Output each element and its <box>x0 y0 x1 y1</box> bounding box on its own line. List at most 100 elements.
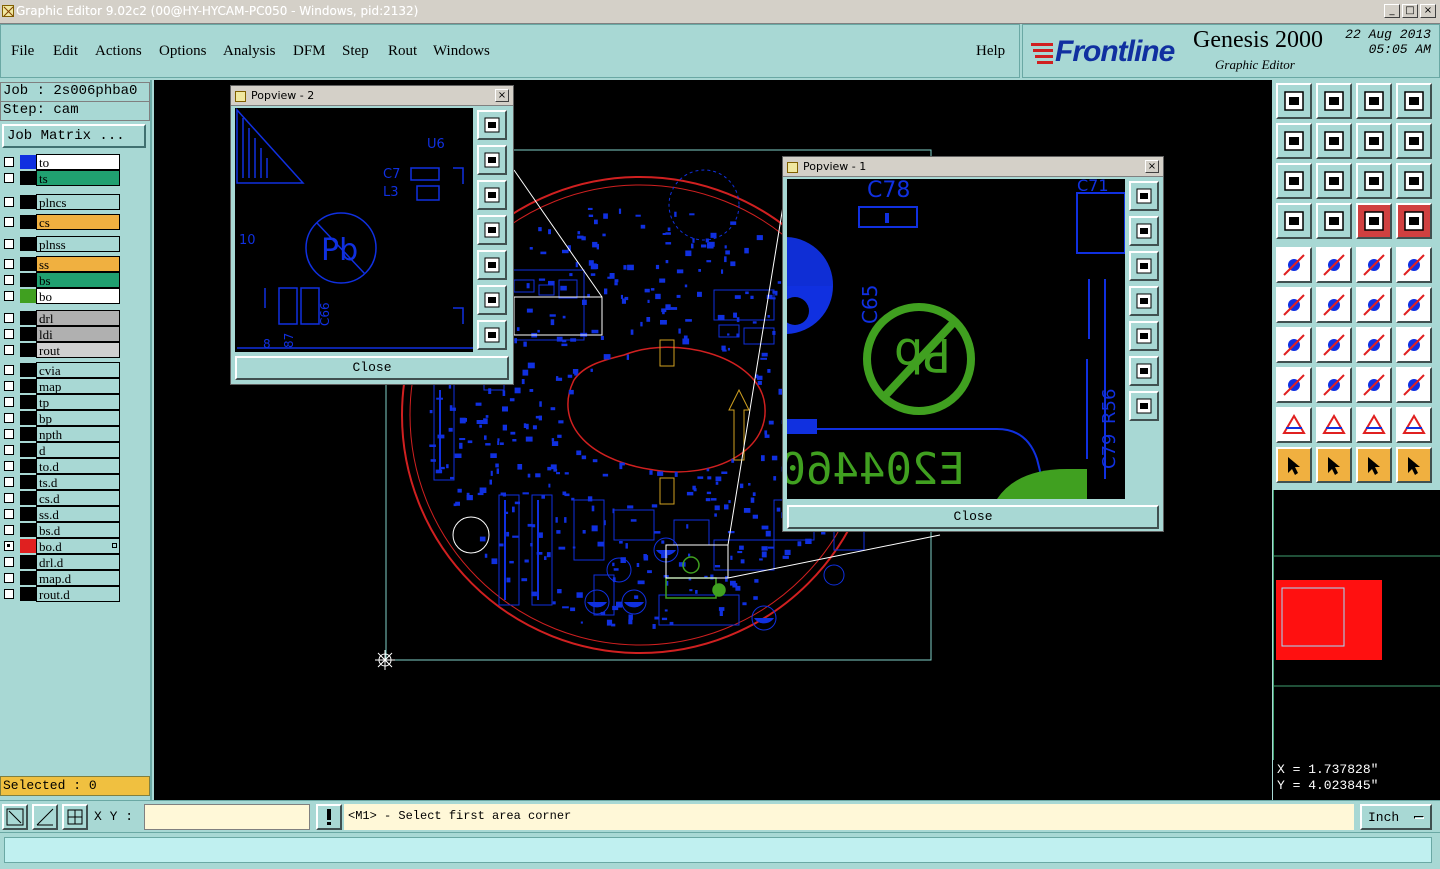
group-tool[interactable] <box>1396 367 1432 403</box>
layer-row-ss-d[interactable]: ss.d <box>0 506 124 522</box>
popview-tool-6[interactable] <box>477 285 507 315</box>
red-board-tool[interactable] <box>1356 203 1392 239</box>
route-tool[interactable] <box>1396 447 1432 483</box>
layer-name[interactable]: cs <box>36 214 120 230</box>
layer-name[interactable]: npth <box>36 426 120 442</box>
alert-button[interactable] <box>316 804 342 830</box>
popview-1-view[interactable]: Pb E204460 C78 C71 C65 R56 C79 <box>787 179 1125 499</box>
popview-tool-7[interactable] <box>1129 391 1159 421</box>
popview-tool-1[interactable] <box>1129 181 1159 211</box>
center-tool[interactable] <box>1316 163 1352 199</box>
layer-row-bo[interactable]: bo <box>0 288 124 304</box>
popview-tool-2[interactable] <box>477 145 507 175</box>
layer-row-plnss[interactable]: plnss <box>0 236 124 252</box>
scale-tool[interactable] <box>1356 163 1392 199</box>
layer-checkbox[interactable] <box>4 525 14 535</box>
menu-windows[interactable]: Windows <box>433 43 490 60</box>
popview-tool-5[interactable] <box>1129 321 1159 351</box>
layer-name[interactable]: rout <box>36 342 120 358</box>
layer-checkbox[interactable] <box>4 259 14 269</box>
xy-input[interactable] <box>144 804 310 830</box>
layer-checkbox[interactable] <box>4 381 14 391</box>
layer-checkbox[interactable] <box>4 557 14 567</box>
connect-tool[interactable] <box>1276 287 1312 323</box>
layer-name[interactable]: tp <box>36 394 120 410</box>
layer-checkbox[interactable] <box>4 291 14 301</box>
layer-name[interactable]: to.d <box>36 458 120 474</box>
fit-tool[interactable] <box>1276 163 1312 199</box>
popview-1-close-button[interactable]: Close <box>787 505 1159 529</box>
layer-name[interactable]: bo.d <box>36 538 120 554</box>
popview-tool-4[interactable] <box>477 215 507 245</box>
menu-analysis[interactable]: Analysis <box>223 43 276 60</box>
layer-row-cvia[interactable]: cvia <box>0 362 124 378</box>
popview-2-close-button[interactable]: Close <box>235 356 509 380</box>
layer-name[interactable]: drl <box>36 310 120 326</box>
layer-name[interactable]: ss.d <box>36 506 120 522</box>
layer-checkbox[interactable] <box>4 397 14 407</box>
snap2-tool[interactable] <box>1396 287 1432 323</box>
layer-row-ts-d[interactable]: ts.d <box>0 474 124 490</box>
layer-row-bs-d[interactable]: bs.d <box>0 522 124 538</box>
layer-row-ldi[interactable]: ldi <box>0 326 124 342</box>
graphic-canvas[interactable]: Popview - 2 × Pb U6 C7 L3 10 C66 87 8 Cl… <box>154 80 1272 800</box>
layer-name[interactable]: map.d <box>36 570 120 586</box>
pad-tool[interactable] <box>1276 247 1312 283</box>
layer-checkbox[interactable] <box>4 275 14 285</box>
layer-name[interactable]: bo <box>36 288 120 304</box>
layer-row-drl-d[interactable]: drl.d <box>0 554 124 570</box>
popview-tool-7[interactable] <box>477 320 507 350</box>
top-view-tool[interactable] <box>1276 83 1312 119</box>
menu-options[interactable]: Options <box>159 43 207 60</box>
layer-checkbox[interactable] <box>4 313 14 323</box>
layer-name[interactable]: plnss <box>36 236 120 252</box>
popview-tool-6[interactable] <box>1129 356 1159 386</box>
menu-dfm[interactable]: DFM <box>293 43 326 60</box>
layer-checkbox[interactable] <box>4 589 14 599</box>
angle-tool[interactable] <box>1276 327 1312 363</box>
layer-name[interactable]: plncs <box>36 194 120 210</box>
layer-name[interactable]: to <box>36 154 120 170</box>
menu-edit[interactable]: Edit <box>53 43 78 60</box>
layer-name[interactable]: ts.d <box>36 474 120 490</box>
overview-map[interactable] <box>1273 490 1440 760</box>
line-draw-tool[interactable] <box>1316 247 1352 283</box>
layer-checkbox[interactable] <box>4 157 14 167</box>
layer-row-to[interactable]: to <box>0 154 124 170</box>
layer-row-bs[interactable]: bs <box>0 272 124 288</box>
layer-row-d[interactable]: d <box>0 442 124 458</box>
layer-checkbox[interactable] <box>4 217 14 227</box>
layer-row-cs-d[interactable]: cs.d <box>0 490 124 506</box>
popview-tool-5[interactable] <box>477 250 507 280</box>
layer-name[interactable]: bs.d <box>36 522 120 538</box>
job-matrix-button[interactable]: Job Matrix ... <box>2 124 146 148</box>
layer-in-tool[interactable] <box>1276 123 1312 159</box>
tri3-tool[interactable] <box>1356 407 1392 443</box>
layer-row-ss[interactable]: ss <box>0 256 124 272</box>
layer-row-drl[interactable]: drl <box>0 310 124 326</box>
measure-button[interactable] <box>32 804 58 830</box>
bracket-tool[interactable] <box>1356 367 1392 403</box>
menu-help[interactable]: Help <box>976 43 1005 60</box>
layer-checkbox[interactable] <box>4 413 14 423</box>
snap-tool[interactable] <box>1356 287 1392 323</box>
ruler-tool[interactable] <box>1356 247 1392 283</box>
swap-tool[interactable] <box>1356 123 1392 159</box>
layer-checkbox[interactable] <box>4 239 14 249</box>
help-tool[interactable] <box>1396 163 1432 199</box>
popview-1-close-x[interactable]: × <box>1145 160 1159 173</box>
unit-select[interactable]: Inch <box>1360 804 1432 830</box>
layer-row-map-d[interactable]: map.d <box>0 570 124 586</box>
layer-checkbox[interactable] <box>4 573 14 583</box>
layer-checkbox[interactable] <box>4 461 14 471</box>
bottom-view-tool[interactable] <box>1316 83 1352 119</box>
layer-name[interactable]: d <box>36 442 120 458</box>
layer-checkbox[interactable] <box>4 477 14 487</box>
layer-checkbox[interactable] <box>4 429 14 439</box>
layer-out-tool[interactable] <box>1316 123 1352 159</box>
home-tool[interactable] <box>1356 83 1392 119</box>
select-box-tool[interactable] <box>1276 367 1312 403</box>
red-board2-tool[interactable] <box>1396 203 1432 239</box>
popview-tool-2[interactable] <box>1129 216 1159 246</box>
layer-checkbox[interactable] <box>4 329 14 339</box>
